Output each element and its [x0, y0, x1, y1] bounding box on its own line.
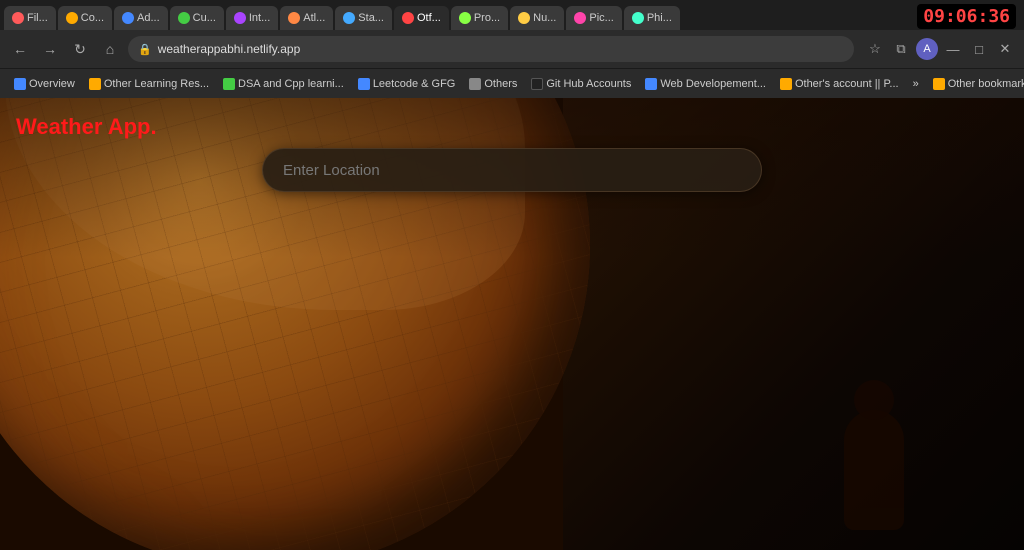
forward-button[interactable]: → [38, 37, 62, 61]
tab-otf-active[interactable]: Otf... [394, 6, 449, 30]
tab-phi[interactable]: Phi... [624, 6, 680, 30]
app-logo: Weather App. [16, 114, 157, 140]
address-bar[interactable]: 🔒 weatherappabhi.netlify.app [128, 36, 854, 62]
tab-cu[interactable]: Cu... [170, 6, 224, 30]
bookmark-other-bookmarks[interactable]: Other bookmarks [927, 76, 1024, 92]
bookmark-web-dev[interactable]: Web Developement... [639, 76, 772, 92]
time-display: 09:06:36 [917, 4, 1016, 29]
location-search-input[interactable] [262, 148, 762, 192]
tab-co[interactable]: Co... [58, 6, 112, 30]
bookmark-overview[interactable]: Overview [8, 76, 81, 92]
bookmark-others[interactable]: Others [463, 76, 523, 92]
tab-ad[interactable]: Ad... [114, 6, 168, 30]
tab-fil[interactable]: Fil... [4, 6, 56, 30]
bookmark-other-learning[interactable]: Other Learning Res... [83, 76, 215, 92]
address-text: weatherappabhi.netlify.app [158, 42, 301, 56]
extension-icon-btn[interactable]: ⧉ [890, 38, 912, 60]
bookmark-label: Web Developement... [660, 78, 766, 90]
account-icon-btn[interactable]: A [916, 38, 938, 60]
browser-chrome: Fil... Co... Ad... Cu... Int... Atl... S… [0, 0, 1024, 98]
tab-pic[interactable]: Pic... [566, 6, 621, 30]
bookmark-github[interactable]: Git Hub Accounts [525, 76, 637, 92]
back-button[interactable]: ← [8, 37, 32, 61]
bookmark-label: Other's account || P... [795, 78, 899, 90]
nav-bar: ← → ↻ ⌂ 🔒 weatherappabhi.netlify.app ☆ ⧉… [0, 30, 1024, 68]
bookmark-label: Git Hub Accounts [546, 78, 631, 90]
bookmark-chevron-icon: » [913, 78, 919, 90]
tab-pro[interactable]: Pro... [451, 6, 508, 30]
maximize-icon[interactable]: □ [968, 38, 990, 60]
tab-bar: Fil... Co... Ad... Cu... Int... Atl... S… [0, 0, 1024, 30]
star-icon-btn[interactable]: ☆ [864, 38, 886, 60]
home-button[interactable]: ⌂ [98, 37, 122, 61]
tab-nu[interactable]: Nu... [510, 6, 564, 30]
bookmark-label: Leetcode & GFG [373, 78, 456, 90]
bookmarks-bar: Overview Other Learning Res... DSA and C… [0, 68, 1024, 98]
app-content: Weather App. [0, 98, 1024, 550]
close-icon[interactable]: ✕ [994, 38, 1016, 60]
bookmark-label: Other Learning Res... [104, 78, 209, 90]
search-container [262, 148, 762, 192]
tab-atl[interactable]: Atl... [280, 6, 333, 30]
minimize-icon[interactable]: — [942, 38, 964, 60]
reload-button[interactable]: ↻ [68, 37, 92, 61]
bookmark-dsa[interactable]: DSA and Cpp learni... [217, 76, 350, 92]
bookmark-leetcode[interactable]: Leetcode & GFG [352, 76, 462, 92]
silhouette-figure [844, 410, 904, 530]
bookmark-others-account[interactable]: Other's account || P... [774, 76, 905, 92]
nav-icons-right: ☆ ⧉ A — □ ✕ [864, 38, 1016, 60]
lock-icon: 🔒 [138, 43, 152, 56]
bookmark-label: DSA and Cpp learni... [238, 78, 344, 90]
bookmark-more[interactable]: » [907, 76, 925, 92]
tab-sta[interactable]: Sta... [335, 6, 392, 30]
tab-int[interactable]: Int... [226, 6, 278, 30]
bookmark-label: Others [484, 78, 517, 90]
bookmark-label: Overview [29, 78, 75, 90]
bookmark-label: Other bookmarks [948, 78, 1024, 90]
